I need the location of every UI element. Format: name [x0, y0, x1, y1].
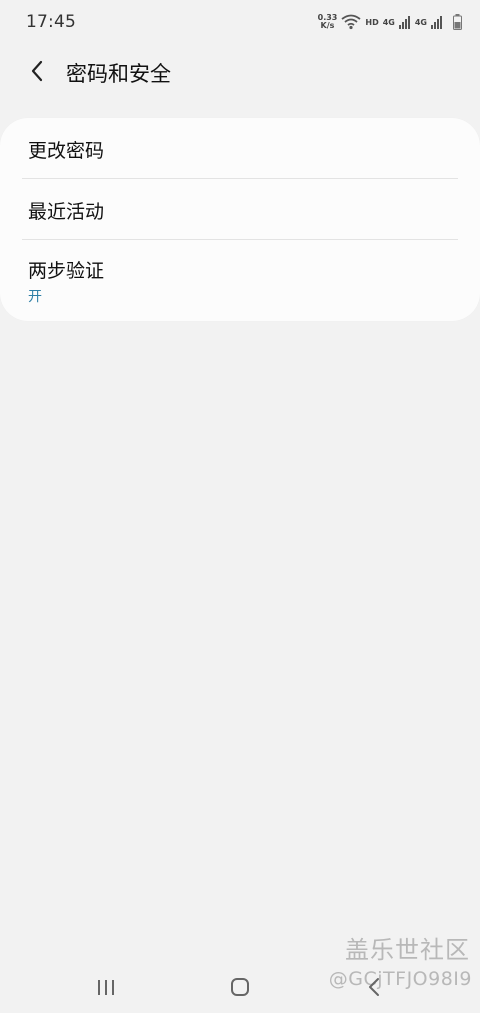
settings-card: 更改密码 最近活动 两步验证 开 [0, 118, 480, 321]
status-time: 17:45 [26, 12, 76, 32]
battery-icon [453, 14, 462, 30]
back-nav-button[interactable] [354, 972, 394, 1002]
network-type-1: 4G [382, 17, 395, 27]
signal-icon [398, 15, 411, 29]
menu-item-change-password[interactable]: 更改密码 [22, 118, 458, 178]
menu-item-two-step-verification[interactable]: 两步验证 开 [22, 240, 458, 320]
menu-item-recent-activity[interactable]: 最近活动 [22, 179, 458, 239]
status-text: 开 [28, 289, 42, 305]
network-speed-unit: K/s [320, 21, 335, 30]
back-icon [367, 977, 381, 997]
hd-indicator: HD [365, 17, 379, 27]
network-speed: 0.33 K/s [318, 14, 338, 30]
menu-item-label: 最近活动 [28, 201, 105, 223]
navigation-bar [0, 960, 480, 1013]
app-header: 密码和安全 [0, 52, 480, 92]
recents-button[interactable] [86, 972, 126, 1002]
status-icons: 0.33 K/s HD 4G 4G [318, 14, 462, 30]
menu-item-label: 更改密码 [28, 140, 105, 162]
back-button[interactable] [20, 54, 54, 88]
home-icon [230, 977, 250, 997]
status-bar: 17:45 0.33 K/s HD 4G 4G [0, 0, 480, 46]
home-button[interactable] [220, 972, 260, 1002]
signal-icon [431, 15, 443, 29]
chevron-left-icon [30, 60, 44, 82]
menu-item-label: 两步验证 [28, 260, 105, 282]
network-type-2: 4G [414, 17, 427, 27]
recents-icon [96, 978, 116, 996]
page-title: 密码和安全 [66, 62, 171, 86]
wifi-icon [341, 14, 361, 30]
